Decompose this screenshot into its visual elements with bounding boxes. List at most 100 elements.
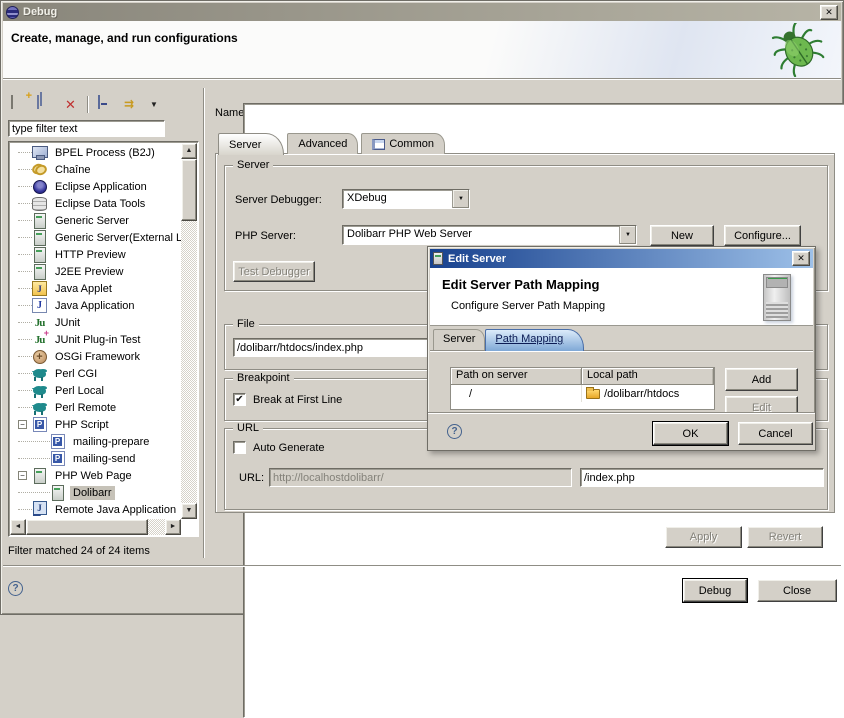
cancel-button[interactable]: Cancel [738,422,813,445]
chain-icon [32,162,47,177]
scroll-right-icon[interactable]: ► [165,519,181,535]
tree-item-label: Perl Remote [52,401,119,415]
tree-item-cha-ne[interactable]: Chaîne [10,161,181,178]
collapse-expander-icon[interactable]: − [18,420,27,429]
tree-connector [18,390,32,391]
close-button[interactable]: Close [757,579,837,602]
tree-item-junit-plug-in-test[interactable]: JUnit Plug-in Test [10,331,181,348]
tab-server[interactable]: Server [218,133,284,155]
php-icon [50,451,65,466]
debug-button[interactable]: Debug [683,579,747,602]
tree-item-osgi-framework[interactable]: OSGi Framework [10,348,181,365]
tree-item-generic-server-external-la[interactable]: Generic Server(External La [10,229,181,246]
tree-connector [18,356,32,357]
dialog-title-bar[interactable]: Edit Server ✕ [430,249,813,268]
scroll-up-icon[interactable]: ▲ [181,143,197,159]
perl-icon [32,366,47,381]
tree-item-label: mailing-send [70,452,138,466]
horizontal-scroll-thumb[interactable] [26,519,148,535]
dialog-tab-server[interactable]: Server [433,329,485,350]
tree-item-perl-remote[interactable]: Perl Remote [10,399,181,416]
footer-divider [3,565,841,567]
dialog-help-icon[interactable]: ? [447,424,462,439]
tree-horizontal-scrollbar[interactable]: ◄ ► [10,519,181,535]
server-tower-icon [763,274,791,321]
tree-item-junit[interactable]: JUnit [10,314,181,331]
perl-icon [32,383,47,398]
edit-server-dialog: Edit Server ✕ Edit Server Path Mapping C… [427,246,816,451]
tab-common[interactable]: Common [361,133,445,154]
duplicate-config-icon[interactable] [37,96,54,113]
tree-item-eclipse-application[interactable]: Eclipse Application [10,178,181,195]
tree-item-http-preview[interactable]: HTTP Preview [10,246,181,263]
table-row[interactable]: / /dolibarr/htdocs [451,385,714,402]
tree-item-mailing-prepare[interactable]: mailing-prepare [10,433,181,450]
column-header-path-on-server[interactable]: Path on server [451,368,582,385]
scroll-down-icon[interactable]: ▼ [181,503,197,519]
perl-icon [32,400,47,415]
panel-sash[interactable] [203,88,205,558]
dialog-subheading: Configure Server Path Mapping [451,300,605,312]
banner-title: Create, manage, and run configurations [11,31,238,45]
tree-item-label: J2EE Preview [52,265,126,279]
dialog-tabs: Server Path Mapping [433,329,584,350]
window-title: Debug [23,6,57,18]
tree-item-php-web-page[interactable]: −PHP Web Page [10,467,181,484]
scroll-left-icon[interactable]: ◄ [10,519,26,535]
dialog-title: Edit Server [448,253,506,265]
tree-item-bpel-process-b2j[interactable]: BPEL Process (B2J) [10,144,181,161]
help-icon[interactable]: ? [8,581,23,596]
tree-item-eclipse-data-tools[interactable]: Eclipse Data Tools [10,195,181,212]
tree-item-remote-java-application[interactable]: Remote Java Application [10,501,181,518]
tree-item-java-applet[interactable]: Java Applet [10,280,181,297]
tree-item-php-script[interactable]: −PHP Script [10,416,181,433]
title-bar[interactable]: Debug ✕ [3,3,841,21]
dialog-tab-path-mapping-label: Path Mapping [495,333,563,345]
phpweb-icon [50,485,65,500]
tree-connector [18,509,32,510]
server-icon [433,252,443,265]
apply-button[interactable]: Apply [665,526,742,548]
filter-input[interactable] [8,120,165,137]
filter-dropdown-icon[interactable]: ▼ [150,96,167,113]
vertical-scroll-thumb[interactable] [181,159,197,221]
server-icon [32,264,47,279]
tree-item-perl-cgi[interactable]: Perl CGI [10,365,181,382]
ok-button[interactable]: OK [653,422,728,445]
dialog-close-button[interactable]: ✕ [792,251,810,266]
collapse-all-icon[interactable] [98,96,115,113]
tree-item-label: Generic Server(External La [52,231,181,245]
tree-item-label: Chaîne [52,163,93,177]
config-toolbar: ✕ ⇉ ▼ [8,92,198,116]
dialog-tab-path-mapping[interactable]: Path Mapping [485,329,584,351]
tree-item-j2ee-preview[interactable]: J2EE Preview [10,263,181,280]
window-chrome: Debug ✕ Create, manage, and run configur… [0,0,844,615]
close-window-button[interactable]: ✕ [820,5,838,20]
bug-icon [769,23,827,80]
table-icon [372,139,385,150]
tree-connector [18,203,32,204]
path-mapping-header-row: Path on server Local path [451,368,714,385]
tab-common-label: Common [389,138,434,150]
tree-item-perl-local[interactable]: Perl Local [10,382,181,399]
phpweb-icon [32,468,47,483]
tree-item-dolibarr[interactable]: Dolibarr [10,484,181,501]
new-config-icon[interactable] [11,96,28,113]
collapse-expander-icon[interactable]: − [18,471,27,480]
tree-item-mailing-send[interactable]: mailing-send [10,450,181,467]
tab-advanced[interactable]: Advanced [287,133,358,154]
column-header-local-path[interactable]: Local path [582,368,714,385]
delete-config-icon[interactable]: ✕ [63,96,78,113]
filter-box [8,120,165,137]
tree-item-label: JUnit [52,316,83,330]
filter-options-icon[interactable]: ⇉ [124,96,141,113]
dialog-tab-server-label: Server [443,333,475,345]
dialog-header: Edit Server Path Mapping Configure Serve… [430,268,813,326]
add-mapping-button[interactable]: Add [725,368,798,391]
tree-connector [18,322,32,323]
tree-item-java-application[interactable]: Java Application [10,297,181,314]
revert-button[interactable]: Revert [747,526,823,548]
tree-item-generic-server[interactable]: Generic Server [10,212,181,229]
tab-server-label: Server [229,139,261,151]
tree-vertical-scrollbar[interactable]: ▲ ▼ [181,143,197,519]
